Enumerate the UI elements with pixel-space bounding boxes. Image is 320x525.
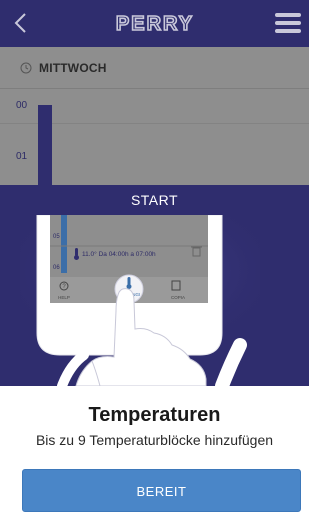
card-subtitle: Bis zu 9 Temperaturblöcke hinzufügen bbox=[35, 432, 274, 448]
perry-logo: PERRY bbox=[105, 9, 205, 37]
top-bar: PERRY bbox=[0, 0, 309, 47]
svg-text:HELP: HELP bbox=[58, 295, 70, 300]
hamburger-line bbox=[275, 29, 301, 33]
svg-text:06: 06 bbox=[53, 265, 60, 271]
hamburger-line bbox=[275, 21, 301, 25]
ready-button[interactable]: BEREIT bbox=[22, 469, 301, 512]
svg-text:COPIA: COPIA bbox=[171, 295, 185, 300]
day-row: MITTWOCH bbox=[0, 47, 309, 89]
svg-text:05: 05 bbox=[53, 234, 60, 240]
phone-illustration: 05 06 11.0° Da 04:00h a 07:00h ? HELP CO… bbox=[20, 215, 260, 386]
menu-button[interactable] bbox=[275, 13, 301, 35]
hour-label: 00 bbox=[16, 100, 28, 111]
clock-icon bbox=[20, 62, 32, 74]
svg-text:PERRY: PERRY bbox=[116, 13, 194, 35]
card-title: Temperaturen bbox=[88, 404, 221, 426]
back-button[interactable] bbox=[10, 11, 32, 35]
svg-text:11.0° Da 04:00h a 07:00h: 11.0° Da 04:00h a 07:00h bbox=[82, 250, 156, 258]
chevron-left-icon bbox=[14, 13, 26, 33]
hamburger-menu-icon bbox=[275, 13, 301, 17]
temperature-block bbox=[38, 105, 52, 185]
tutorial-overlay: START 05 06 11.0° Da 04:00h a 07:00h ? H… bbox=[0, 185, 309, 386]
schedule-background: MITTWOCH 00 01 bbox=[0, 47, 309, 185]
tutorial-title: START bbox=[130, 192, 179, 208]
info-card: Temperaturen Bis zu 9 Temperaturblöcke h… bbox=[0, 386, 309, 525]
day-label: MITTWOCH bbox=[39, 61, 107, 75]
hour-label: 01 bbox=[16, 151, 28, 162]
